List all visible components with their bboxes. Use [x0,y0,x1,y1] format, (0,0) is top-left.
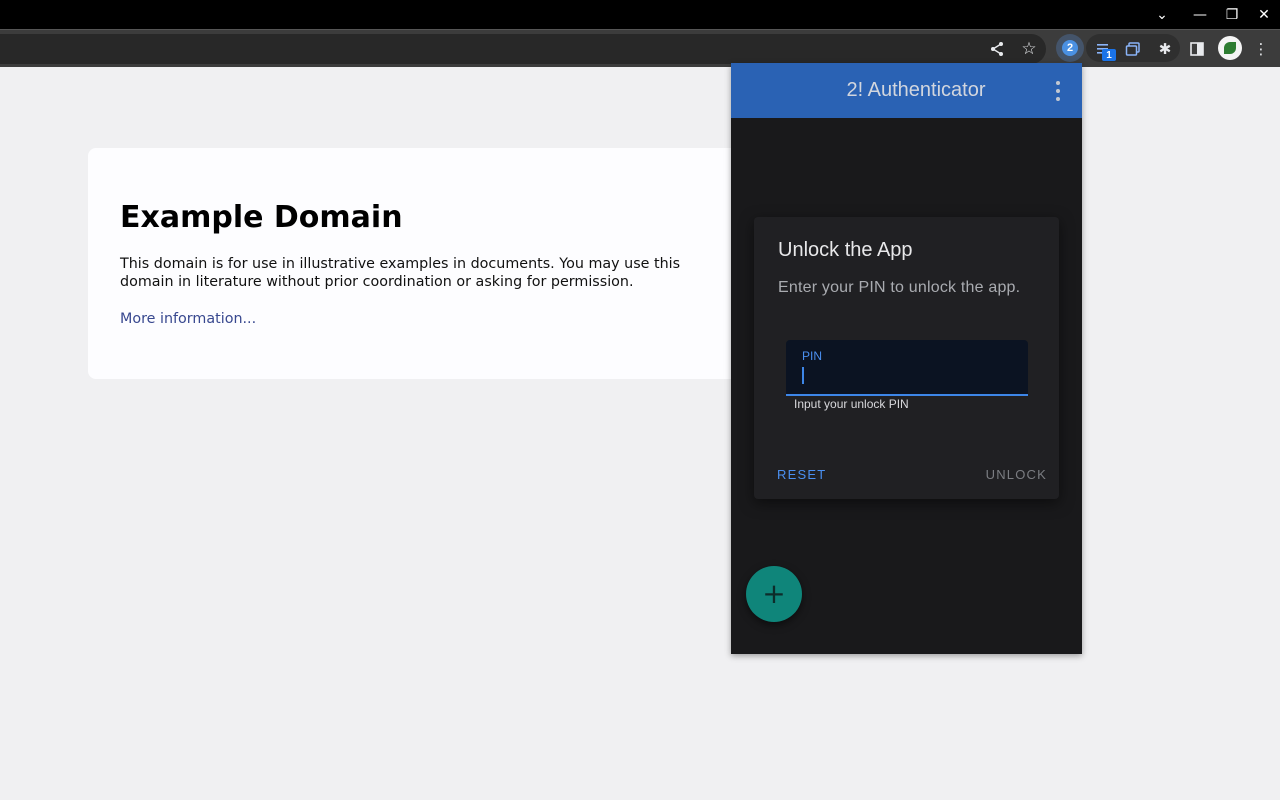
plus-icon: + [762,577,786,610]
address-bar[interactable] [0,34,1046,64]
pin-hint: Input your unlock PIN [794,397,909,411]
more-information-link[interactable]: More information... [120,311,256,327]
bookmark-button[interactable]: ☆ [1016,36,1042,62]
kebab-dot [1056,97,1060,101]
restore-icon: ❐ [1225,6,1239,23]
reading-list-badge: 1 [1102,49,1116,61]
example-domain-card: Example Domain This domain is for use in… [88,148,748,379]
side-panel-icon [1190,42,1204,56]
close-icon: ✕ [1258,6,1270,23]
page-description: This domain is for use in illustrative e… [120,256,681,290]
extensions-button[interactable]: ✱ [1152,36,1178,62]
window-titlebar: ⌄ — ❐ ✕ [0,0,1280,29]
chevron-down-icon: ⌄ [1156,6,1168,23]
star-icon: ☆ [1021,39,1037,59]
profile-avatar[interactable] [1218,36,1242,60]
tab-search-button[interactable]: ⌄ [1146,0,1178,29]
browser-toolbar: ☆ 2 ✱ ⋮ [0,29,1280,67]
dialog-title: Unlock the App [778,239,913,261]
pin-label: PIN [802,349,823,363]
authenticator-extension-button[interactable]: 2 [1056,34,1084,62]
page-title: Example Domain [120,200,403,235]
chrome-menu-button[interactable]: ⋮ [1248,36,1274,62]
tab-capture-button[interactable] [1120,36,1146,62]
restore-button[interactable]: ❐ [1216,0,1248,29]
authenticator-popup: 2! Authenticator Unlock the App Enter yo… [731,63,1082,654]
side-panel-button[interactable] [1184,36,1210,62]
popup-header: 2! Authenticator [731,63,1082,118]
kebab-menu-icon [1056,81,1060,85]
share-icon [991,42,1003,56]
unlock-dialog: Unlock the App Enter your PIN to unlock … [754,217,1059,499]
minimize-button[interactable]: — [1184,0,1216,29]
add-account-button[interactable]: + [746,566,802,622]
popup-title: 2! Authenticator [846,79,986,101]
kebab-menu-icon: ⋮ [1253,40,1269,58]
authenticator-extension-icon: 2 [1062,40,1078,56]
puzzle-icon: ✱ [1158,40,1172,58]
reset-button[interactable]: RESET [777,467,826,482]
close-window-button[interactable]: ✕ [1248,0,1280,29]
share-button[interactable] [984,36,1010,62]
text-caret [802,367,804,384]
pin-input[interactable] [800,364,1010,388]
unlock-button[interactable]: UNLOCK [986,467,1047,482]
kebab-dot [1056,89,1060,93]
popup-menu-button[interactable] [1050,81,1066,101]
tab-capture-icon [1125,42,1140,56]
minimize-icon: — [1193,6,1207,23]
pin-field[interactable]: PIN [786,340,1028,396]
profile-leaf-icon [1224,42,1236,54]
dialog-description: Enter your PIN to unlock the app. [778,279,1021,296]
